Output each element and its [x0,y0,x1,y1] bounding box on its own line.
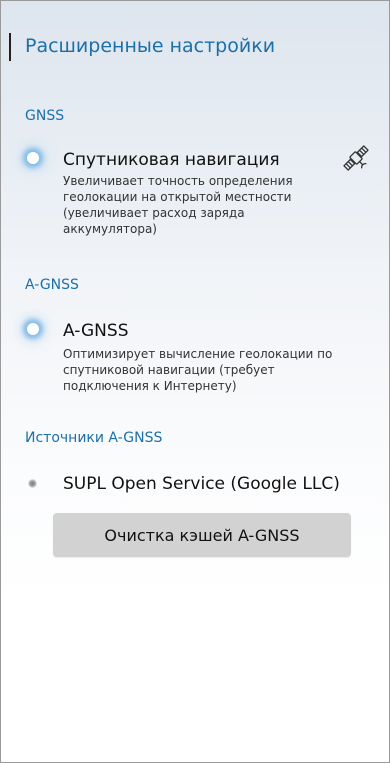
page-title: Расширенные настройки [25,35,276,57]
gnss-radio[interactable] [27,152,39,164]
gnss-option-description: Увеличивает точность определения геолока… [63,174,293,236]
agnss-option-title: A-GNSS [63,321,129,341]
section-title-sources: Источники A-GNSS [25,430,163,446]
satellite-icon [343,145,369,171]
section-title-agnss: A-GNSS [25,277,79,293]
gnss-option-title: Спутниковая навигация [63,150,280,170]
section-title-gnss: GNSS [25,108,65,124]
supl-radio[interactable] [28,479,37,488]
agnss-radio[interactable] [27,323,39,335]
clear-agnss-cache-button[interactable]: Очистка кэшей A-GNSS [53,513,351,557]
supl-source-title: SUPL Open Service (Google LLC) [63,474,340,494]
advanced-settings-screen: Расширенные настройки GNSS Спутниковая н… [0,0,390,763]
agnss-option-description: Оптимизирует вычисление геолокации по сп… [63,347,333,393]
title-accent-bar [9,33,11,61]
